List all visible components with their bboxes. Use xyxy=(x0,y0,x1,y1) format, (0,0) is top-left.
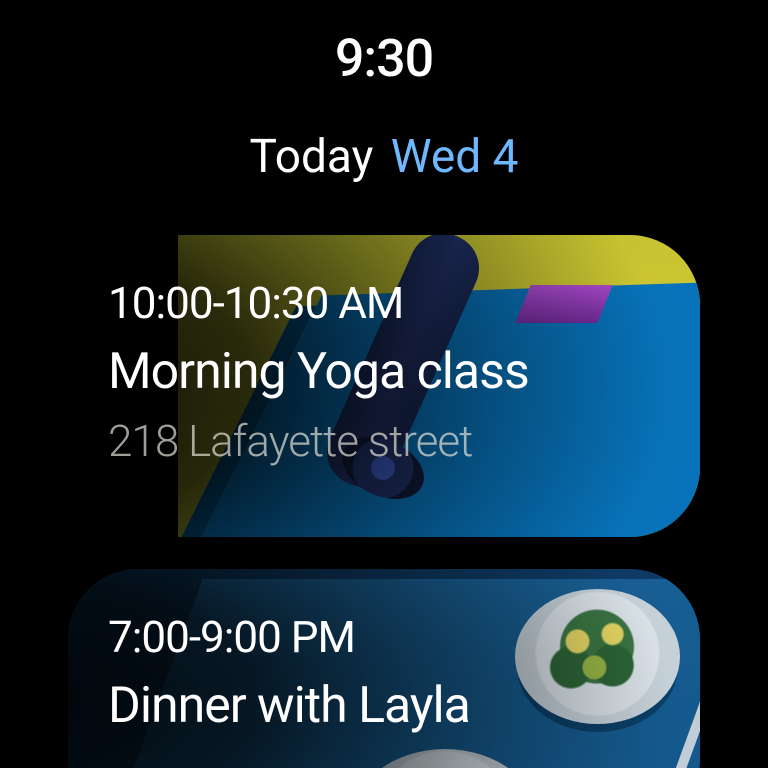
agenda-list: 10:00-10:30 AM Morning Yoga class 218 La… xyxy=(68,235,700,768)
event-time: 7:00-9:00 PM xyxy=(108,611,660,663)
date-header-label: Today xyxy=(250,130,374,184)
event-title: Morning Yoga class xyxy=(108,343,660,401)
event-location: 218 Lafayette street xyxy=(108,415,660,467)
date-header-date: Wed 4 xyxy=(391,130,519,184)
event-title: Dinner with Layla xyxy=(108,677,660,735)
status-clock: 9:30 xyxy=(0,28,768,89)
date-header: Today Wed 4 xyxy=(0,130,768,184)
event-time: 10:00-10:30 AM xyxy=(108,277,660,329)
agenda-event-card[interactable]: 7:00-9:00 PM Dinner with Layla xyxy=(68,569,700,768)
agenda-event-card[interactable]: 10:00-10:30 AM Morning Yoga class 218 La… xyxy=(68,235,700,537)
